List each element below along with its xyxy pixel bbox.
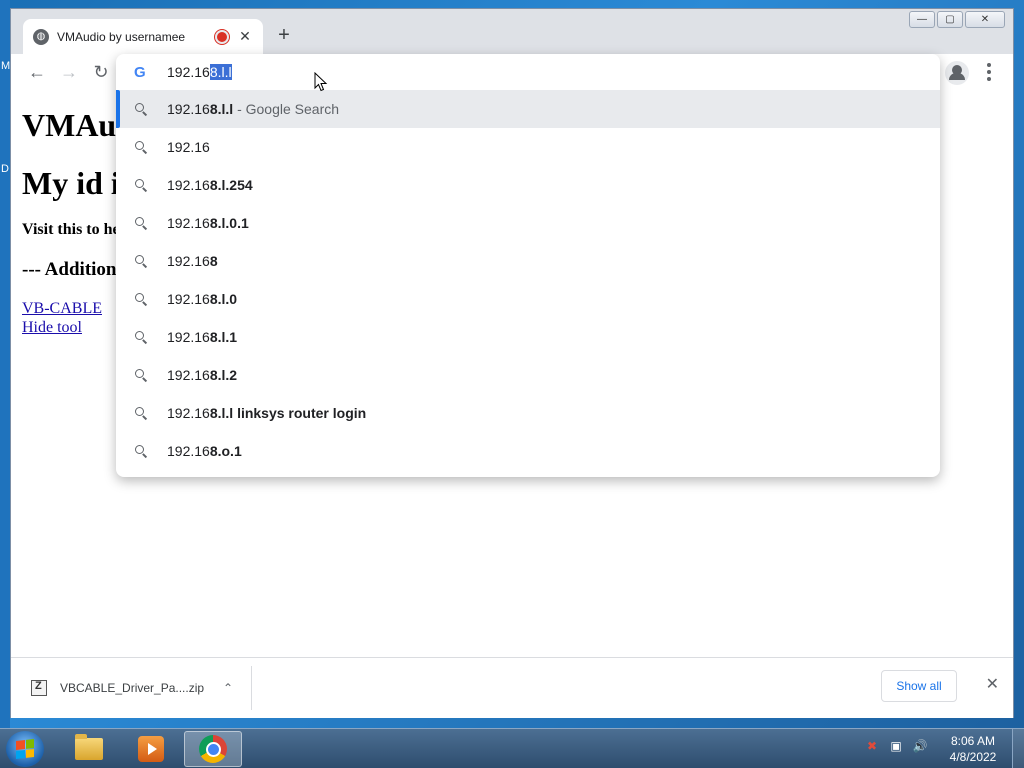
suggestion-item[interactable]: 192.168.l.l - Google Search [116, 90, 940, 128]
desktop-icon-label-m: M [1, 60, 11, 72]
taskbar-explorer[interactable] [60, 731, 118, 767]
download-divider [251, 666, 252, 710]
volume-icon[interactable]: 🔊 [912, 739, 928, 755]
search-icon [134, 140, 148, 154]
tab-vmaudio[interactable]: ◍ VMAudio by usernamee ✕ [23, 19, 263, 54]
windows-logo-icon [16, 739, 34, 759]
menu-kebab-icon[interactable] [979, 60, 999, 84]
show-all-button[interactable]: Show all [881, 670, 957, 702]
search-icon [134, 444, 148, 458]
chrome-icon [199, 735, 227, 763]
close-window-button[interactable]: ✕ [965, 11, 1005, 28]
suggestion-item[interactable]: 192.168.l.254 [116, 166, 940, 204]
download-file-name: VBCABLE_Driver_Pa....zip [60, 681, 205, 695]
globe-icon: ◍ [33, 28, 49, 45]
taskbar: ✖ ▣ 🔊 8:06 AM 4/8/2022 [0, 728, 1024, 768]
clock-date: 4/8/2022 [949, 750, 997, 764]
desktop-edge: M D [0, 0, 10, 728]
suggestion-item[interactable]: 192.168.l.2 [116, 356, 940, 394]
system-tray: ✖ ▣ 🔊 [864, 739, 928, 755]
tab-title: VMAudio by usernamee [57, 29, 186, 44]
start-button[interactable] [6, 731, 44, 767]
media-player-icon [138, 736, 164, 762]
recording-indicator-icon [215, 29, 229, 44]
suggestion-text: 192.168.l.0 [167, 291, 238, 307]
suggestion-list: 192.168.l.l - Google Search 192.16 192.168… [116, 90, 940, 470]
search-icon [134, 216, 148, 230]
search-icon [134, 368, 148, 382]
suggestion-text: 192.16 [167, 139, 210, 155]
suggestion-text: 192.168.l.0.1 [167, 215, 249, 231]
clock-time: 8:06 AM [950, 734, 996, 748]
action-center-icon[interactable]: ✖ [864, 739, 880, 755]
suggestion-item[interactable]: 192.168.l.0 [116, 280, 940, 318]
maximize-button[interactable]: ▢ [937, 11, 963, 28]
search-icon [134, 406, 148, 420]
suggestion-text: 192.168.o.1 [167, 443, 242, 459]
suggestion-item[interactable]: 192.168.l.0.1 [116, 204, 940, 242]
suggestion-item[interactable]: 192.168.o.1 [116, 432, 940, 470]
download-item[interactable]: VBCABLE_Driver_Pa....zip ⌃ [31, 674, 236, 702]
back-button[interactable]: ← [25, 60, 49, 84]
search-icon [134, 102, 148, 116]
search-icon [134, 254, 148, 268]
window-controls: — ▢ ✕ [909, 11, 1005, 28]
suggestion-item[interactable]: 192.168.l.l linksys router login [116, 394, 940, 432]
chevron-up-icon[interactable]: ⌃ [220, 681, 236, 695]
suggestion-item[interactable]: 192.168 [116, 242, 940, 280]
suggestion-text: 192.168.l.l linksys router login [167, 405, 367, 421]
address-input[interactable]: 192.168.l.l [167, 64, 232, 80]
taskbar-media-player[interactable] [122, 731, 180, 767]
google-g-icon: G [134, 64, 146, 81]
tab-close-icon[interactable]: ✕ [237, 28, 253, 45]
title-bar: ◍ VMAudio by usernamee ✕ + — ▢ ✕ [11, 9, 1013, 54]
desktop-icon-label-d: D [1, 163, 9, 175]
zip-file-icon [31, 680, 47, 696]
minimize-button[interactable]: — [909, 11, 935, 28]
clock[interactable]: 8:06 AM 4/8/2022 [940, 733, 1006, 765]
suggestion-item[interactable]: 192.16 [116, 128, 940, 166]
profile-avatar-icon[interactable] [945, 61, 969, 85]
forward-button[interactable]: → [57, 60, 81, 84]
address-bar[interactable]: G 192.168.l.l [116, 54, 940, 90]
search-icon [134, 330, 148, 344]
suggestion-text: 192.168.l.254 [167, 177, 253, 193]
suggestion-text: 192.168.l.l - Google Search [167, 101, 340, 117]
download-bar-close-icon[interactable]: ✕ [986, 674, 999, 694]
omnibox-dropdown: G 192.168.l.l 192.168.l.l - Google Searc… [116, 54, 940, 477]
network-icon[interactable]: ▣ [888, 739, 904, 755]
download-bar: VBCABLE_Driver_Pa....zip ⌃ Show all ✕ [11, 657, 1013, 718]
show-desktop-button[interactable] [1012, 729, 1024, 768]
reload-button[interactable]: ↻ [89, 60, 113, 84]
taskbar-chrome[interactable] [184, 731, 242, 767]
new-tab-button[interactable]: + [273, 24, 295, 47]
suggestion-text: 192.168.l.2 [167, 367, 238, 383]
folder-icon [75, 734, 103, 760]
search-icon [134, 292, 148, 306]
suggestion-text: 192.168.l.1 [167, 329, 238, 345]
search-icon [134, 178, 148, 192]
suggestion-text: 192.168 [167, 253, 218, 269]
suggestion-item[interactable]: 192.168.l.1 [116, 318, 940, 356]
